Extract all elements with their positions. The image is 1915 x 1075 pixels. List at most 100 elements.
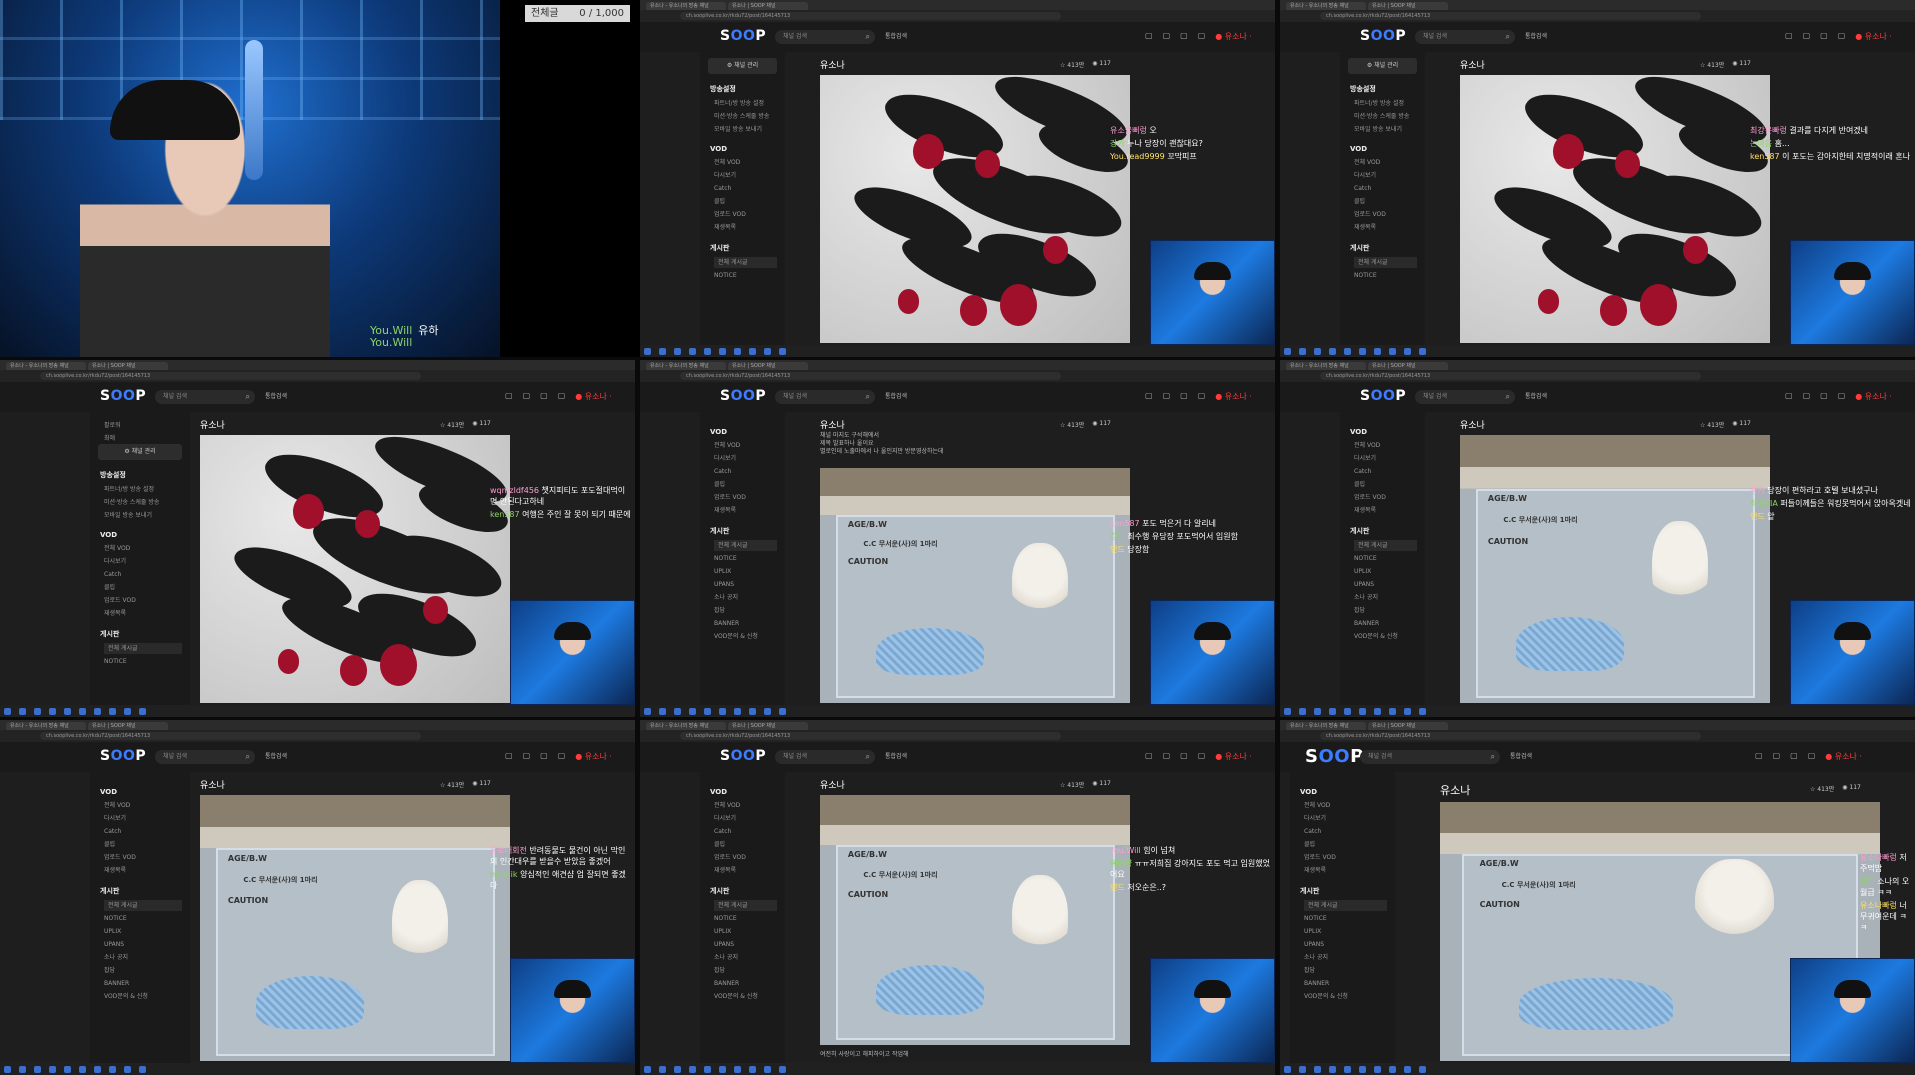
app-icon[interactable] — [1404, 1065, 1411, 1073]
search-icon[interactable] — [19, 707, 26, 715]
app-icon[interactable] — [1359, 707, 1366, 715]
chat-nick[interactable]: 검연 — [1110, 532, 1125, 541]
post-video[interactable] — [1460, 75, 1770, 343]
likes-count[interactable]: ☆ 413만 — [1700, 420, 1724, 429]
app-icon[interactable] — [749, 1065, 756, 1073]
app-icon[interactable] — [719, 1065, 726, 1073]
sidebar-item[interactable]: 클립 — [104, 582, 190, 593]
app-icon[interactable] — [719, 347, 726, 355]
section-board[interactable]: 게시판 — [710, 886, 785, 896]
browser-tab[interactable]: 유소나 - 유소나의 방송 채널 — [646, 2, 726, 10]
pip-webcam[interactable] — [1790, 240, 1915, 345]
sidebar-item[interactable]: 다시보기 — [1304, 813, 1395, 824]
app-icon[interactable] — [64, 1065, 71, 1073]
app-icon[interactable] — [94, 1065, 101, 1073]
pip-webcam[interactable] — [1790, 600, 1915, 705]
app-icon[interactable] — [779, 347, 786, 355]
sidebar-item[interactable]: 파트너/방 방송 설정 — [714, 98, 785, 109]
sidebar-item[interactable]: UPLIX — [714, 926, 785, 937]
pip-webcam[interactable] — [1150, 240, 1275, 345]
chat-nick[interactable]: wqmzldf456 — [490, 486, 539, 495]
sidebar-item[interactable]: 미션·방송 스케줄 방송 — [104, 497, 190, 508]
browser-icon[interactable] — [34, 707, 41, 715]
browser-tab[interactable]: 유소나 | SOOP 채널 — [88, 362, 168, 370]
app-icon[interactable] — [734, 347, 741, 355]
sidebar-item[interactable]: 전체 VOD — [714, 800, 785, 811]
sidebar-item[interactable]: 클립 — [1304, 839, 1395, 850]
browser-icon[interactable] — [34, 1065, 41, 1073]
search-icon[interactable]: ⌕ — [866, 30, 870, 44]
app-icon[interactable] — [1359, 347, 1366, 355]
section-broadcast[interactable]: 방송설정 — [1350, 84, 1425, 94]
likes-count[interactable]: ☆ 413만 — [440, 780, 464, 789]
sidebar-item[interactable]: 미션·방송 스케줄 방송 — [1354, 111, 1425, 122]
integrated-search-tab[interactable]: 통합검색 — [265, 751, 287, 760]
app-icon[interactable] — [1419, 347, 1426, 355]
sidebar-item[interactable]: 모바일 방송 보내기 — [1354, 124, 1425, 135]
browser-tab[interactable]: 유소나 | SOOP 채널 — [728, 362, 808, 370]
files-icon[interactable] — [49, 707, 56, 715]
soop-logo[interactable]: SOOP — [1360, 28, 1406, 44]
chat-icon[interactable]: ▢ — [1180, 751, 1188, 762]
video-icon[interactable]: ▢ — [1773, 751, 1781, 762]
integrated-search-tab[interactable]: 통합검색 — [1525, 391, 1547, 400]
sidebar-item[interactable]: 업로드 VOD — [714, 492, 785, 503]
sidebar-item[interactable]: 다시보기 — [104, 556, 190, 567]
sidebar-item[interactable]: 전체 VOD — [1304, 800, 1395, 811]
sidebar-item[interactable]: 다시보기 — [1354, 170, 1425, 181]
chat-icon[interactable]: ▢ — [1790, 751, 1798, 762]
integrated-search-tab[interactable]: 통합검색 — [1510, 751, 1532, 760]
section-broadcast[interactable]: 방송설정 — [710, 84, 785, 94]
browser-tab[interactable]: 유소나 | SOOP 채널 — [728, 2, 808, 10]
browser-tab[interactable]: 유소나 - 유소나의 방송 채널 — [6, 362, 86, 370]
files-icon[interactable] — [49, 1065, 56, 1073]
sidebar-item[interactable]: 전체 게시글 — [714, 257, 777, 268]
chat-nick[interactable]: 앤드 — [1860, 877, 1875, 886]
broadcast-icon[interactable]: ▢ — [1145, 391, 1153, 402]
browser-tab[interactable]: 유소나 | SOOP 채널 — [1368, 2, 1448, 10]
chat-nick[interactable]: You.Will — [1110, 846, 1141, 855]
app-icon[interactable] — [779, 707, 786, 715]
app-icon[interactable] — [124, 707, 131, 715]
likes-count[interactable]: ☆ 413만 — [1060, 420, 1084, 429]
files-icon[interactable] — [689, 347, 696, 355]
sidebar-item[interactable]: Catch — [104, 826, 190, 837]
chat-nick[interactable]: 혜라양 — [1110, 859, 1132, 868]
pip-webcam[interactable] — [1790, 958, 1915, 1063]
broadcast-icon[interactable]: ▢ — [1145, 31, 1153, 42]
bell-icon[interactable]: ▢ — [1838, 391, 1846, 402]
search-icon[interactable] — [1299, 347, 1306, 355]
sidebar-item[interactable]: UPLIX — [104, 926, 190, 937]
likes-count[interactable]: ☆ 413만 — [1060, 780, 1084, 789]
sidebar-item[interactable]: UPLIX — [1354, 566, 1425, 577]
app-icon[interactable] — [719, 707, 726, 715]
bell-icon[interactable]: ▢ — [1838, 31, 1846, 42]
broadcast-icon[interactable]: ▢ — [505, 751, 513, 762]
start-icon[interactable] — [644, 1065, 651, 1073]
soop-logo[interactable]: SOOP — [720, 388, 766, 404]
sidebar-item[interactable]: VOD문의 & 신청 — [1354, 631, 1425, 642]
search-icon[interactable]: ⌕ — [246, 750, 250, 764]
browser-icon[interactable] — [1314, 707, 1321, 715]
search-input[interactable]: 채널 검색 ⌕ — [1415, 30, 1515, 44]
sidebar-item[interactable]: 재생목록 — [714, 222, 785, 233]
app-icon[interactable] — [1344, 347, 1351, 355]
chat-icon[interactable]: ▢ — [1820, 391, 1828, 402]
soop-logo[interactable]: SOOP — [100, 748, 146, 764]
post-video[interactable] — [820, 75, 1130, 343]
app-icon[interactable] — [1374, 1065, 1381, 1073]
sidebar-item[interactable]: 최애 — [104, 433, 190, 444]
files-icon[interactable] — [1329, 707, 1336, 715]
sidebar-item[interactable]: NOTICE — [104, 656, 190, 667]
channel-manage-button[interactable]: ⚙ 채널 관리 — [708, 58, 777, 74]
sidebar-item[interactable]: 클립 — [104, 839, 190, 850]
browser-tab[interactable]: 유소나 - 유소나의 방송 채널 — [1286, 722, 1366, 730]
post-video[interactable]: AGE/B.W C.C 무서운(사)의 1마리 CAUTION — [820, 795, 1130, 1045]
section-board[interactable]: 게시판 — [1350, 243, 1425, 253]
soop-logo[interactable]: SOOP — [1305, 746, 1364, 767]
integrated-search-tab[interactable]: 통합검색 — [885, 391, 907, 400]
sidebar-item[interactable]: 재생목록 — [1354, 222, 1425, 233]
sidebar-item[interactable]: 소나 공지 — [714, 952, 785, 963]
sidebar-item[interactable]: 재생목록 — [1304, 865, 1395, 876]
sidebar-item[interactable]: 잡담 — [1304, 965, 1395, 976]
